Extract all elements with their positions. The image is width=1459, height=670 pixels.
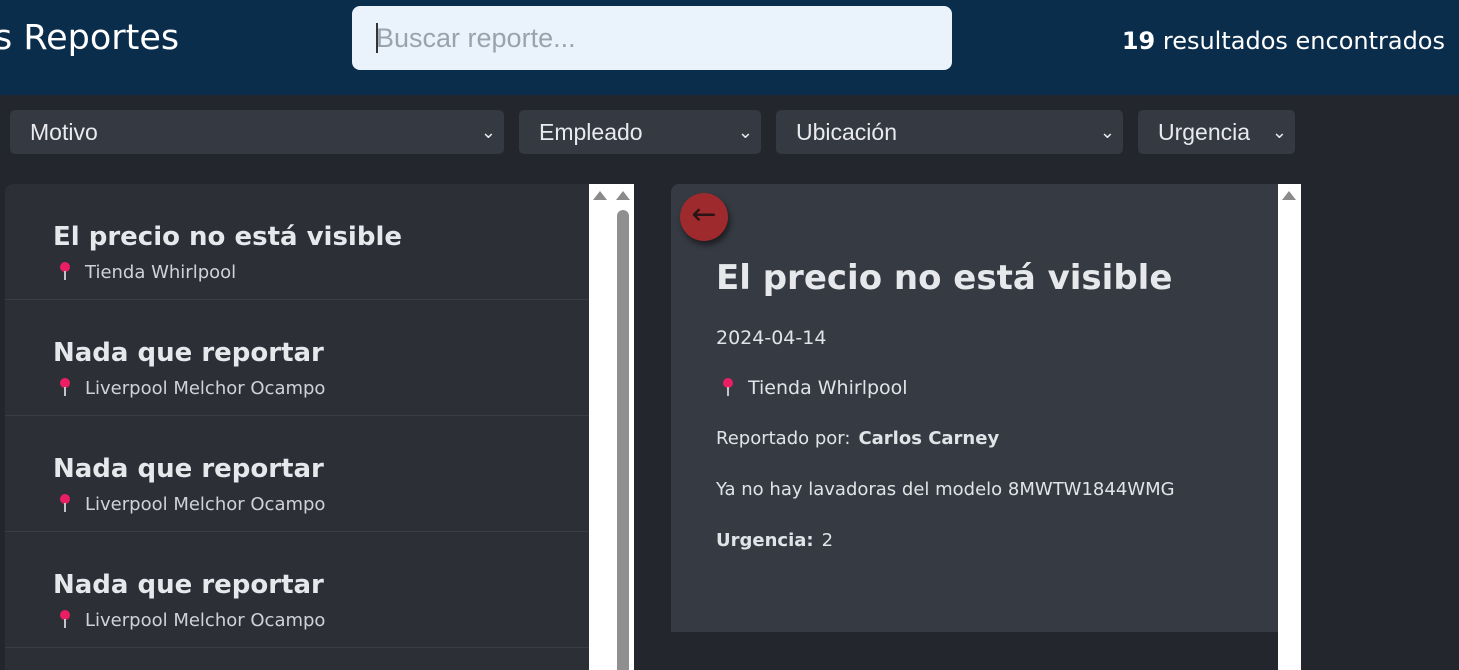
scroll-up-arrow-icon[interactable] (616, 191, 630, 200)
location-text: Liverpool Melchor Ocampo (85, 378, 326, 399)
detail-scrollbar[interactable] (1278, 184, 1301, 670)
reporter-label: Reportado por: (716, 428, 851, 449)
report-title: Nada que reportar (53, 570, 324, 600)
pin-icon (722, 378, 734, 396)
detail-location: Tienda Whirlpool (716, 377, 908, 399)
location-text: Liverpool Melchor Ocampo (85, 494, 326, 515)
filter-ubicacion[interactable]: Ubicación ⌄ (776, 110, 1123, 154)
detail-urgency: Urgencia: 2 (716, 530, 833, 551)
report-detail-panel: ← El precio no está visible 2024-04-14 T… (671, 184, 1278, 670)
back-arrow-button[interactable]: ← (680, 193, 728, 241)
filter-motivo[interactable]: Motivo ⌄ (10, 110, 504, 154)
report-detail-card: ← El precio no está visible 2024-04-14 T… (671, 184, 1278, 632)
urgency-label: Urgencia: (716, 530, 814, 551)
filter-urgencia[interactable]: Urgencia ⌄ (1138, 110, 1295, 154)
pin-icon (59, 610, 71, 628)
filter-empleado-label: Empleado (539, 119, 643, 145)
filter-motivo-label: Motivo (30, 119, 98, 145)
report-location: Liverpool Melchor Ocampo (53, 494, 325, 515)
detail-description: Ya no hay lavadoras del modelo 8MWTW1844… (716, 479, 1175, 500)
pin-icon (59, 378, 71, 396)
report-list[interactable]: El precio no está visible Tienda Whirlpo… (5, 184, 589, 670)
report-location: Liverpool Melchor Ocampo (53, 378, 325, 399)
report-title: Nada que reportar (53, 454, 324, 484)
page-title: s Reportes (0, 18, 180, 58)
filter-urgencia-label: Urgencia (1158, 119, 1251, 145)
results-counter: 19 resultados encontrados (1122, 27, 1445, 55)
urgency-value: 2 (821, 530, 834, 551)
top-header: s Reportes 19 resultados encontrados (0, 0, 1459, 95)
report-title: Nada que reportar (53, 338, 324, 368)
detail-title: El precio no está visible (716, 258, 1173, 298)
list-item[interactable]: Nada que reportar Liverpool Melchor Ocam… (5, 300, 589, 416)
chevron-down-icon: ⌄ (1271, 122, 1287, 142)
location-text: Liverpool Melchor Ocampo (85, 610, 326, 631)
report-title: El precio no está visible (53, 222, 402, 252)
chevron-down-icon: ⌄ (1099, 122, 1115, 142)
report-location: Tienda Whirlpool (53, 262, 236, 283)
pin-icon (59, 494, 71, 512)
scroll-up-arrow-icon[interactable] (593, 191, 607, 200)
detail-location-text: Tienda Whirlpool (748, 377, 908, 399)
reporter-name: Carlos Carney (858, 428, 1000, 449)
report-location: Liverpool Melchor Ocampo (53, 610, 325, 631)
scrollbar-thumb[interactable] (617, 210, 629, 670)
list-item[interactable]: Nada que reportar Liverpool Melchor Ocam… (5, 416, 589, 532)
location-text: Tienda Whirlpool (85, 262, 237, 283)
scroll-up-arrow-icon[interactable] (1282, 191, 1296, 200)
search-input[interactable] (352, 6, 952, 70)
filter-ubicacion-label: Ubicación (796, 119, 897, 145)
detail-date: 2024-04-14 (716, 327, 827, 349)
text-caret (376, 23, 378, 53)
results-label: resultados encontrados (1155, 27, 1445, 55)
results-count: 19 (1121, 27, 1156, 55)
detail-reporter: Reportado por: Carlos Carney (716, 428, 999, 449)
chevron-down-icon: ⌄ (480, 122, 496, 142)
pin-icon (59, 262, 71, 280)
list-item[interactable]: El precio no está visible Tienda Whirlpo… (5, 184, 589, 300)
filter-empleado[interactable]: Empleado ⌄ (519, 110, 761, 154)
chevron-down-icon: ⌄ (737, 122, 753, 142)
list-item[interactable]: Nada que reportar Liverpool Melchor Ocam… (5, 532, 589, 648)
